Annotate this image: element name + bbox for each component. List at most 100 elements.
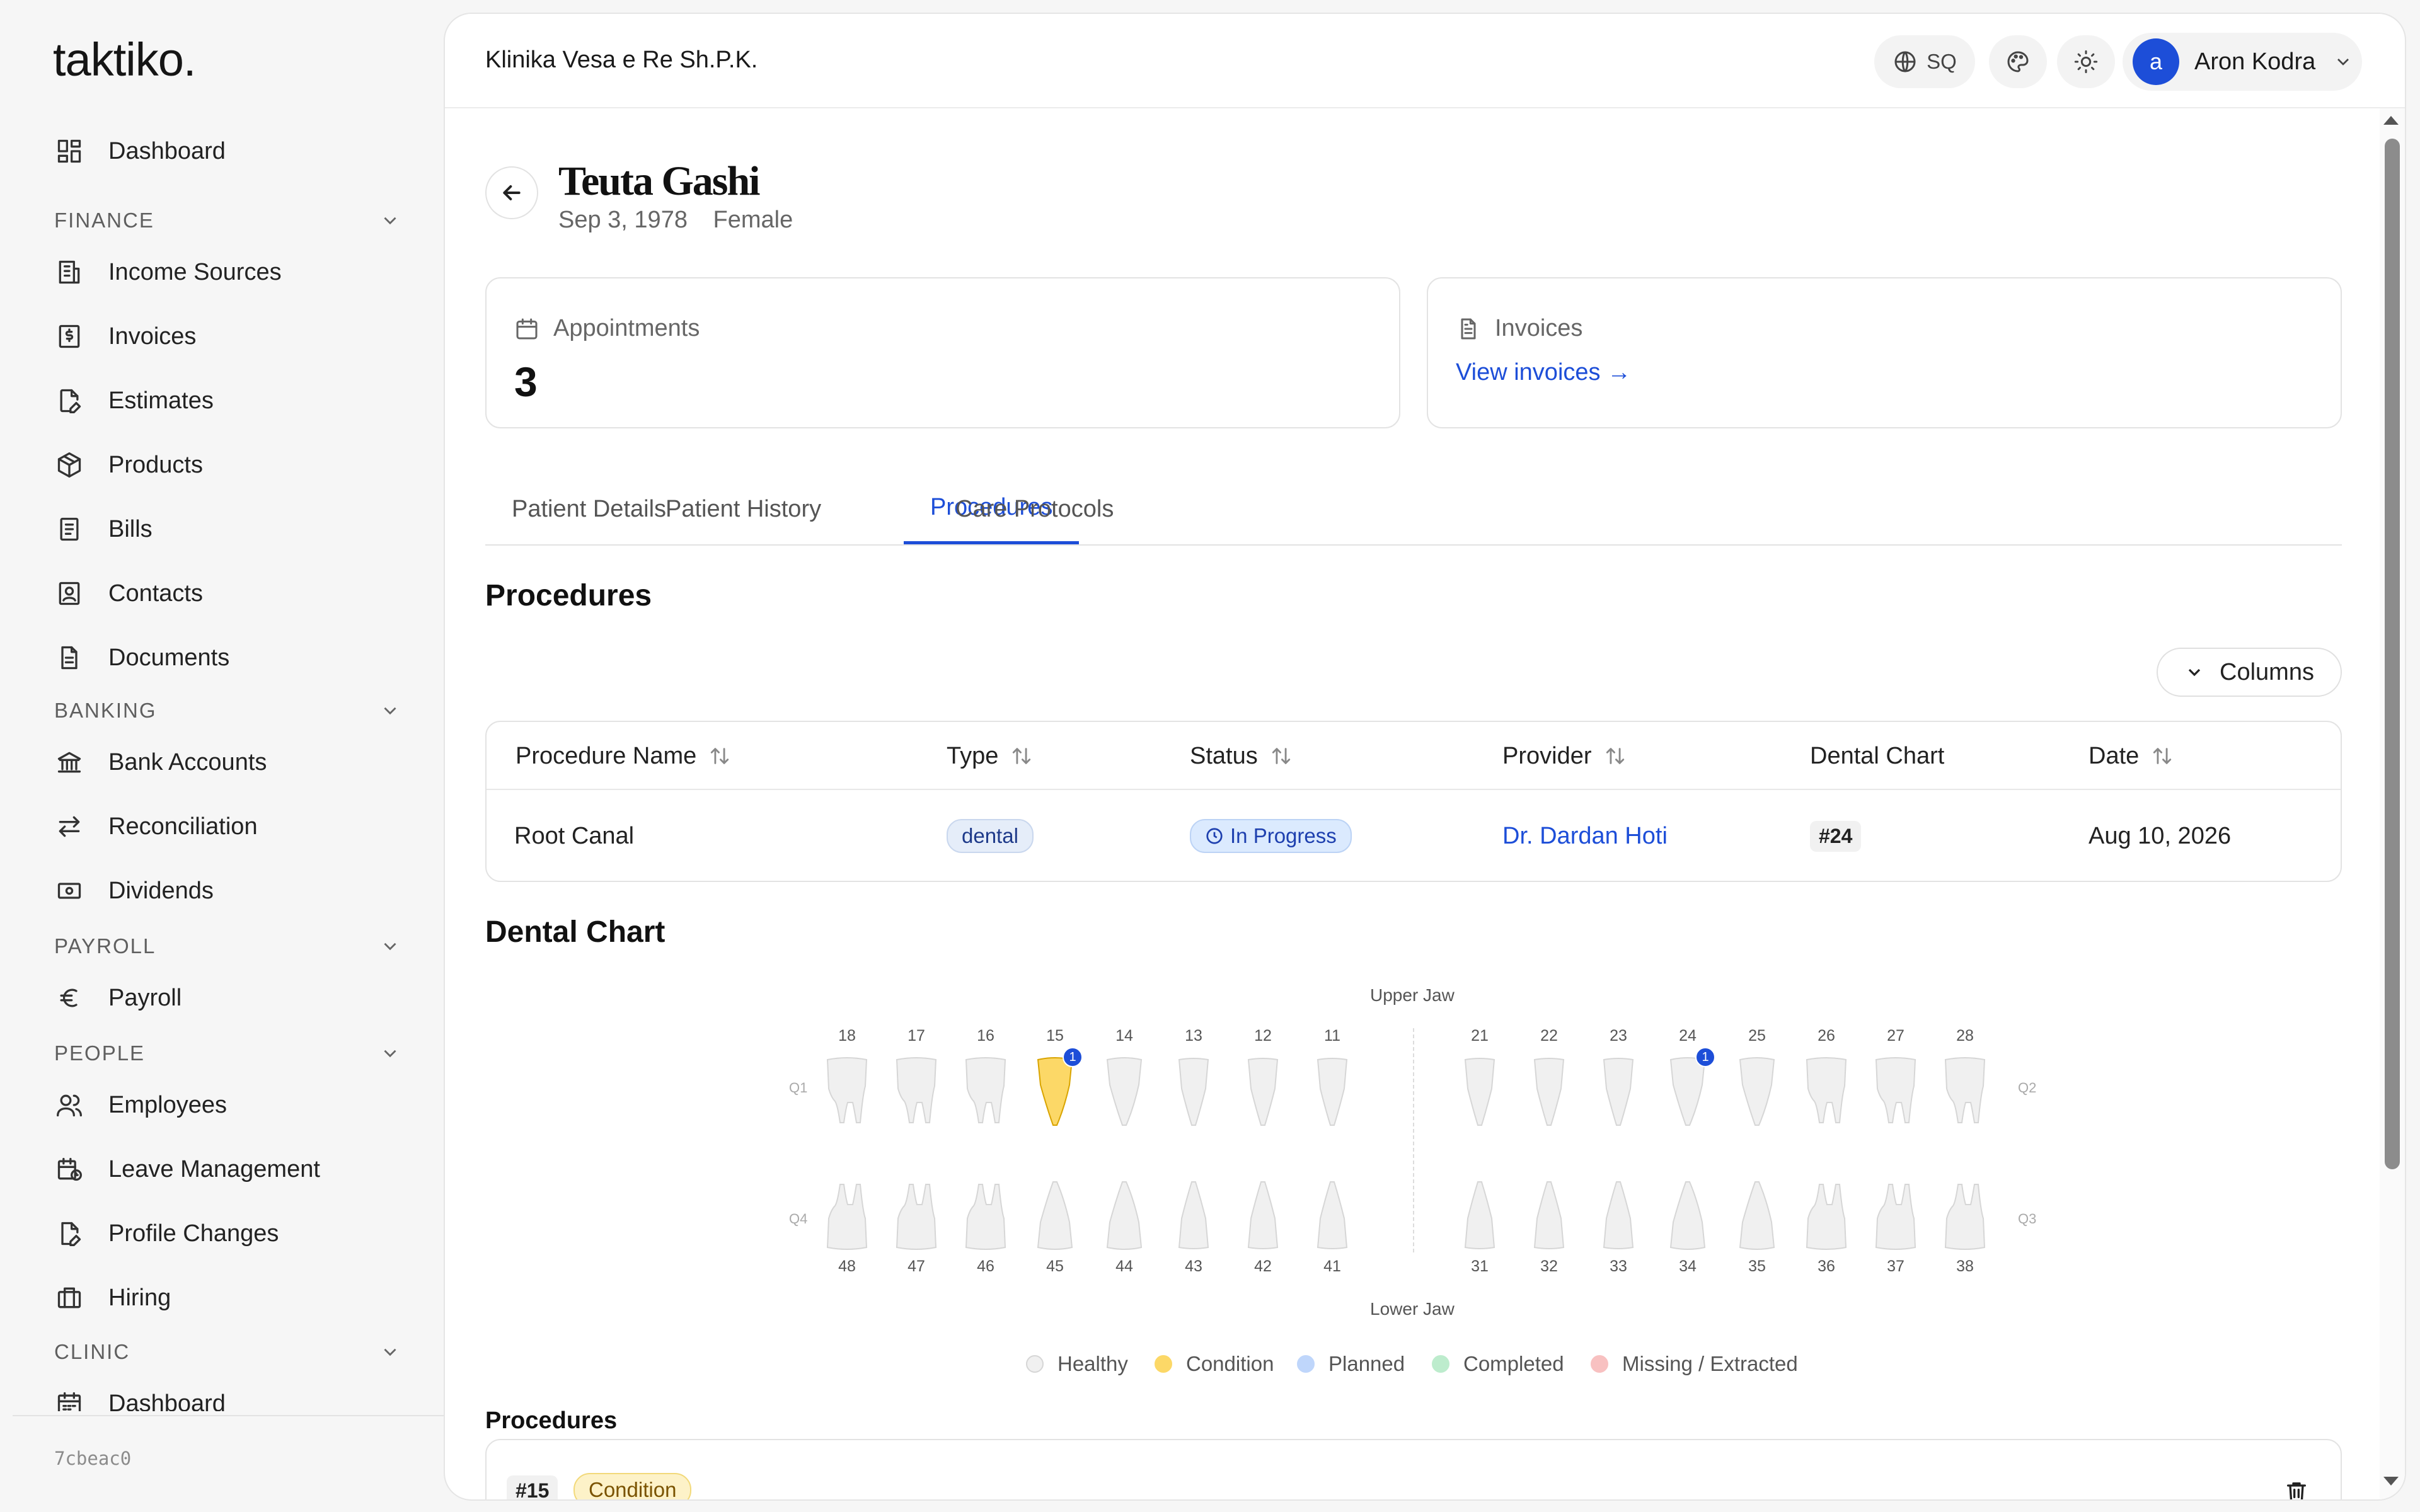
- language-button[interactable]: SQ: [1874, 35, 1975, 88]
- condition-badge: Condition: [573, 1473, 692, 1499]
- tooth-34[interactable]: [1666, 1174, 1710, 1250]
- theme-palette-button[interactable]: [1989, 35, 2047, 88]
- scrollbar-thumb[interactable]: [2385, 139, 2400, 1169]
- sidebar-item-payroll[interactable]: Payroll: [55, 973, 182, 1023]
- sidebar-item-hiring[interactable]: Hiring: [55, 1273, 171, 1323]
- tooth-44[interactable]: [1102, 1174, 1146, 1250]
- column-header-date[interactable]: Date: [2089, 722, 2173, 790]
- tooth-41[interactable]: [1310, 1174, 1354, 1250]
- columns-button[interactable]: Columns: [2157, 648, 2342, 697]
- legend-condition: Condition: [1155, 1352, 1274, 1376]
- sidebar-item-label: Reconciliation: [108, 813, 258, 840]
- theme-toggle-button[interactable]: [2057, 35, 2115, 88]
- back-button[interactable]: [485, 166, 538, 219]
- sidebar-item-bills[interactable]: Bills: [55, 504, 153, 554]
- tooth-36[interactable]: [1804, 1174, 1848, 1250]
- tab-patient-history[interactable]: Patient History: [666, 474, 821, 544]
- tab-care-protocols[interactable]: Care Protocols: [955, 474, 1114, 544]
- tooth-46[interactable]: [964, 1174, 1008, 1250]
- tooth-number: 24: [1679, 1027, 1697, 1045]
- tooth-11[interactable]: [1310, 1057, 1354, 1133]
- procedure-list-item[interactable]: #15 Condition: [485, 1439, 2342, 1499]
- calendar-icon: [516, 318, 538, 339]
- column-header-status[interactable]: Status: [1190, 722, 1292, 790]
- column-header-provider[interactable]: Provider: [1502, 722, 1626, 790]
- sidebar-item-dashboard[interactable]: Dashboard: [55, 126, 226, 176]
- sidebar-item-reconciliation[interactable]: Reconciliation: [55, 801, 258, 852]
- scroll-up-arrow[interactable]: [2383, 116, 2399, 125]
- tab-patient-details[interactable]: Patient Details: [512, 474, 666, 544]
- sidebar-item-invoices[interactable]: Invoices: [55, 311, 196, 362]
- tooth-23[interactable]: [1596, 1057, 1640, 1133]
- users-icon: [57, 1094, 82, 1117]
- section-label: FINANCE: [54, 209, 154, 232]
- section-finance[interactable]: FINANCE: [54, 202, 401, 239]
- tooth-32[interactable]: [1527, 1174, 1571, 1250]
- legend-label: Healthy: [1057, 1352, 1128, 1375]
- delete-button[interactable]: [2284, 1479, 2309, 1499]
- sidebar-item-label: Hiring: [108, 1284, 171, 1311]
- tooth-26[interactable]: [1804, 1057, 1848, 1133]
- sidebar-item-contacts[interactable]: Contacts: [55, 568, 203, 619]
- tooth-47[interactable]: [894, 1174, 938, 1250]
- tooth-42[interactable]: [1241, 1174, 1285, 1250]
- avatar: a: [2133, 38, 2179, 85]
- sidebar-item-estimates[interactable]: Estimates: [55, 375, 214, 426]
- tooth-33[interactable]: [1596, 1174, 1640, 1250]
- sidebar-item-documents[interactable]: Documents: [55, 633, 229, 683]
- tooth-13[interactable]: [1172, 1057, 1216, 1133]
- user-menu-button[interactable]: a Aron Kodra: [2123, 33, 2362, 91]
- tooth-45[interactable]: [1033, 1174, 1077, 1250]
- tooth-number: 35: [1748, 1257, 1766, 1275]
- box-icon: [57, 452, 81, 478]
- sidebar-item-bank-accounts[interactable]: Bank Accounts: [55, 737, 267, 788]
- tooth-14[interactable]: [1102, 1057, 1146, 1133]
- tooth-48[interactable]: [825, 1174, 869, 1250]
- tooth-28[interactable]: [1943, 1057, 1987, 1133]
- cell-procedure-name[interactable]: Root Canal: [514, 790, 634, 882]
- tooth-31[interactable]: [1458, 1174, 1502, 1250]
- tooth-37[interactable]: [1874, 1174, 1918, 1250]
- tooth-tag: #24: [1810, 820, 1862, 852]
- tooth-16[interactable]: [964, 1057, 1008, 1133]
- section-people[interactable]: PEOPLE: [54, 1034, 401, 1072]
- chevron-down-icon: [384, 1050, 396, 1058]
- scroll-down-arrow[interactable]: [2383, 1477, 2399, 1486]
- tooth-27[interactable]: [1874, 1057, 1918, 1133]
- section-clinic[interactable]: CLINIC: [54, 1333, 401, 1371]
- tooth-number: 32: [1540, 1257, 1558, 1275]
- column-header-type[interactable]: Type: [947, 722, 1032, 790]
- tooth-12[interactable]: [1241, 1057, 1285, 1133]
- sidebar-item-leave-management[interactable]: Leave Management: [55, 1144, 320, 1194]
- briefcase-icon: [57, 1287, 81, 1309]
- sidebar-item-clinic-dashboard[interactable]: Dashboard: [55, 1378, 226, 1411]
- sidebar-item-income-sources[interactable]: Income Sources: [55, 247, 282, 297]
- sidebar-item-profile-changes[interactable]: Profile Changes: [55, 1208, 279, 1259]
- banknote-icon: [57, 883, 81, 899]
- sidebar-item-dividends[interactable]: Dividends: [55, 866, 214, 916]
- tooth-35[interactable]: [1735, 1174, 1779, 1250]
- sidebar-item-label: Documents: [108, 644, 230, 671]
- sidebar-item-employees[interactable]: Employees: [55, 1080, 227, 1130]
- tooth-15[interactable]: [1033, 1057, 1077, 1133]
- column-header-procedure-name[interactable]: Procedure Name: [516, 722, 730, 790]
- tooth-number: 11: [1324, 1027, 1340, 1045]
- tooth-38[interactable]: [1943, 1174, 1987, 1250]
- sidebar-nav: Dashboard FINANCE Income Sources Invoice…: [0, 0, 444, 1411]
- sidebar-item-products[interactable]: Products: [55, 440, 203, 490]
- tooth-21[interactable]: [1458, 1057, 1502, 1133]
- section-payroll[interactable]: PAYROLL: [54, 927, 401, 965]
- section-banking[interactable]: BANKING: [54, 692, 401, 730]
- sidebar-item-label: Dashboard: [108, 137, 226, 164]
- tooth-43[interactable]: [1172, 1174, 1216, 1250]
- provider-link[interactable]: Dr. Dardan Hoti: [1502, 790, 1668, 882]
- tooth-number: 41: [1323, 1257, 1341, 1275]
- tooth-25[interactable]: [1735, 1057, 1779, 1133]
- tooth-18[interactable]: [825, 1057, 869, 1133]
- tooth-24[interactable]: [1666, 1057, 1710, 1133]
- tooth-22[interactable]: [1527, 1057, 1571, 1133]
- patient-tabs: Patient Details Patient History Procedur…: [485, 474, 2342, 546]
- tooth-17[interactable]: [894, 1057, 938, 1133]
- section-label: PAYROLL: [54, 934, 156, 958]
- view-invoices-link[interactable]: View invoices →: [1456, 359, 1631, 386]
